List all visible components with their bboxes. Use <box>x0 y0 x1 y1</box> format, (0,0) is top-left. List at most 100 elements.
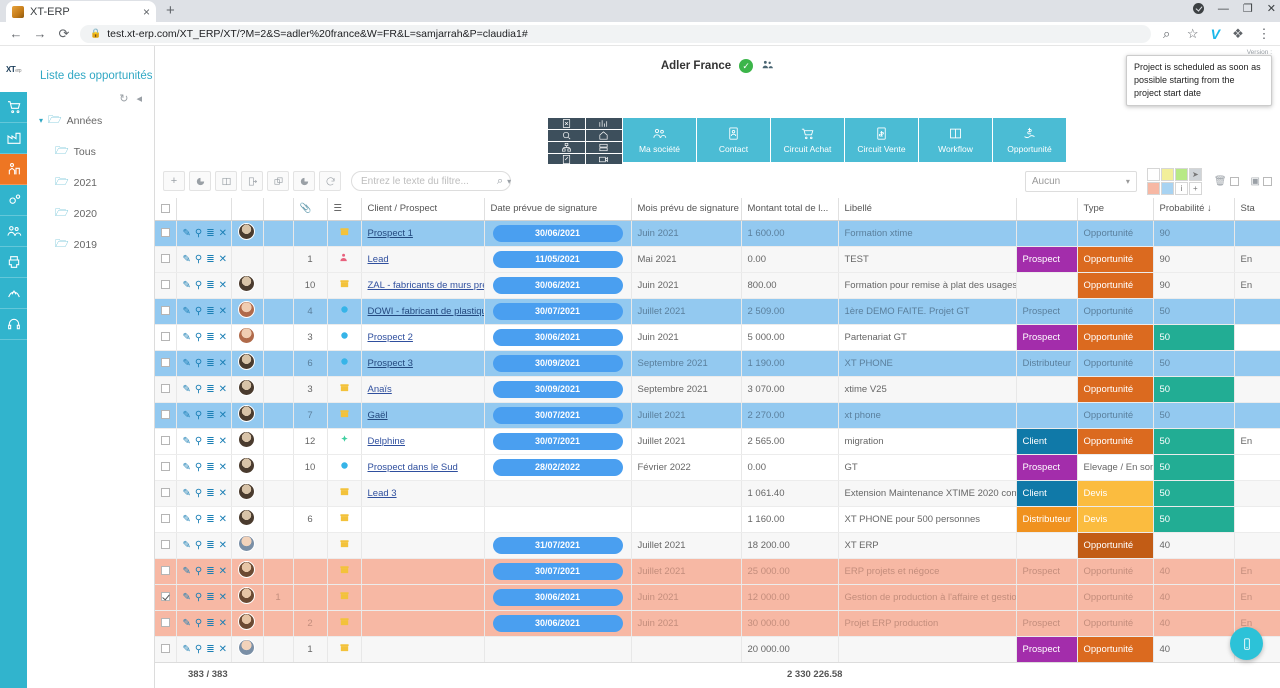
assign-icon[interactable]: ⚲ <box>195 332 202 343</box>
delete-icon[interactable]: ✕ <box>219 280 227 291</box>
rail-item-analytics[interactable] <box>0 278 27 309</box>
client-link[interactable]: Lead 3 <box>368 488 397 499</box>
row-select-cell[interactable] <box>155 584 176 610</box>
pencil-icon[interactable]: ✎ <box>183 254 191 265</box>
rail-item-settings[interactable] <box>0 185 27 216</box>
list-icon[interactable]: ≣ <box>206 488 214 499</box>
rail-item-cart[interactable] <box>0 92 27 123</box>
rail-item-print[interactable] <box>0 247 27 278</box>
row-actions-cell[interactable]: ✎⚲≣✕ <box>176 246 231 272</box>
excel-button[interactable] <box>548 118 585 129</box>
close-window-button[interactable]: ✕ <box>1267 2 1276 15</box>
delete-checkbox[interactable] <box>1230 177 1239 186</box>
archive-toggle[interactable]: ▣ <box>1251 176 1272 187</box>
row-select-cell[interactable] <box>155 480 176 506</box>
list-icon[interactable]: ≣ <box>206 306 214 317</box>
forward-icon[interactable]: → <box>32 26 48 41</box>
client-link[interactable]: Prospect 3 <box>368 358 413 369</box>
row-actions-cell[interactable]: ✎⚲≣✕ <box>176 636 231 662</box>
table-row[interactable]: ✎⚲≣✕6Prospect 330/09/2021Septembre 20211… <box>155 350 1280 376</box>
delete-icon[interactable]: ✕ <box>219 514 227 525</box>
tree-node-tous[interactable]: 🗁 Tous <box>27 136 154 167</box>
delete-icon[interactable]: ✕ <box>219 488 227 499</box>
maximize-button[interactable]: ❐ <box>1243 2 1253 15</box>
assign-icon[interactable]: ⚲ <box>195 462 202 473</box>
tree-node-2020[interactable]: 🗁 2020 <box>27 198 154 229</box>
row-select-cell[interactable] <box>155 298 176 324</box>
browser-menu-icon[interactable]: ⋮ <box>1256 26 1272 42</box>
tree-node-2021[interactable]: 🗁 2021 <box>27 167 154 198</box>
tile-circuit-vente[interactable]: Circuit Vente <box>844 118 918 162</box>
delete-icon[interactable]: ✕ <box>219 358 227 369</box>
address-bar[interactable]: 🔒 test.xt-erp.com/XT_ERP/XT/?M=2&S=adler… <box>80 25 1151 43</box>
rail-item-production[interactable] <box>0 123 27 154</box>
delete-icon[interactable]: ✕ <box>219 410 227 421</box>
tree-node-annees[interactable]: ▾ 🗁 Années <box>27 105 154 136</box>
table-row[interactable]: ✎⚲≣✕4DOWI - fabricant de plastique30/07/… <box>155 298 1280 324</box>
list-icon[interactable]: ≣ <box>206 280 214 291</box>
minimize-button[interactable]: — <box>1218 3 1229 15</box>
swatch-blue[interactable] <box>1161 182 1174 195</box>
delete-toggle[interactable]: 🗑 <box>1214 176 1239 187</box>
table-row[interactable]: ✎⚲≣✕1Lead11/05/2021Mai 20210.00TESTProsp… <box>155 246 1280 272</box>
row-checkbox[interactable] <box>161 644 170 653</box>
label-header[interactable]: Libellé <box>838 198 1016 220</box>
assign-icon[interactable]: ⚲ <box>195 488 202 499</box>
pencil-icon[interactable]: ✎ <box>183 462 191 473</box>
list-icon[interactable]: ≣ <box>206 462 214 473</box>
delete-icon[interactable]: ✕ <box>219 592 227 603</box>
pencil-icon[interactable]: ✎ <box>183 592 191 603</box>
row-checkbox[interactable] <box>161 254 170 263</box>
browser-tab[interactable]: XT-ERP × <box>6 1 156 22</box>
client-link[interactable]: Prospect dans le Sud <box>368 462 458 473</box>
list-icon[interactable]: ≣ <box>206 436 214 447</box>
pencil-icon[interactable]: ✎ <box>183 306 191 317</box>
client-link[interactable]: Anaïs <box>368 384 392 395</box>
tree-node-2019[interactable]: 🗁 2019 <box>27 229 154 260</box>
filter-input[interactable] <box>361 176 493 187</box>
row-client-cell[interactable]: ZAL - fabricants de murs préfabriqués <box>361 272 484 298</box>
table-row[interactable]: ✎⚲≣✕Lead 31 061.40Extension Maintenance … <box>155 480 1280 506</box>
row-client-cell[interactable] <box>361 532 484 558</box>
pencil-icon[interactable]: ✎ <box>183 228 191 239</box>
pencil-icon[interactable]: ✎ <box>183 280 191 291</box>
add-button[interactable]: + <box>163 171 185 191</box>
delete-icon[interactable]: ✕ <box>219 332 227 343</box>
trash-icon[interactable]: 🗑 <box>1214 176 1227 187</box>
list-icon[interactable]: ≣ <box>206 592 214 603</box>
sitemap-button[interactable] <box>548 142 585 153</box>
delete-icon[interactable]: ✕ <box>219 254 227 265</box>
pencil-icon[interactable]: ✎ <box>183 384 191 395</box>
pencil-icon[interactable]: ✎ <box>183 566 191 577</box>
swatch-yellow[interactable] <box>1161 168 1174 181</box>
rail-item-contacts[interactable] <box>0 216 27 247</box>
row-actions-cell[interactable]: ✎⚲≣✕ <box>176 480 231 506</box>
row-actions-cell[interactable]: ✎⚲≣✕ <box>176 532 231 558</box>
pencil-icon[interactable]: ✎ <box>183 332 191 343</box>
list-icon[interactable]: ≣ <box>206 254 214 265</box>
attachment-header[interactable]: 📎 <box>293 198 327 220</box>
swatch-white[interactable] <box>1147 168 1160 181</box>
client-link[interactable]: Prospect 2 <box>368 332 413 343</box>
table-row[interactable]: ✎⚲≣✕3Anaïs30/09/2021Septembre 20213 070.… <box>155 376 1280 402</box>
type-header[interactable]: Type <box>1077 198 1153 220</box>
delete-icon[interactable]: ✕ <box>219 462 227 473</box>
chart-button[interactable] <box>586 118 623 129</box>
row-client-cell[interactable]: Lead 3 <box>361 480 484 506</box>
row-checkbox[interactable] <box>161 332 170 341</box>
row-select-cell[interactable] <box>155 376 176 402</box>
pencil-icon[interactable]: ✎ <box>183 540 191 551</box>
table-row[interactable]: ✎⚲≣✕10ZAL - fabricants de murs préfabriq… <box>155 272 1280 298</box>
people-icon[interactable] <box>761 58 774 74</box>
delete-icon[interactable]: ✕ <box>219 228 227 239</box>
search-button[interactable] <box>548 130 585 141</box>
table-row[interactable]: ✎⚲≣✕12Delphine30/07/2021Juillet 20212 56… <box>155 428 1280 454</box>
client-link[interactable]: Prospect 1 <box>368 228 413 239</box>
list-icon[interactable]: ≣ <box>206 332 214 343</box>
row-client-cell[interactable]: Delphine <box>361 428 484 454</box>
assign-icon[interactable]: ⚲ <box>195 410 202 421</box>
select-all-checkbox[interactable] <box>161 204 170 213</box>
list-icon[interactable]: ≣ <box>206 358 214 369</box>
pencil-icon[interactable]: ✎ <box>183 358 191 369</box>
row-client-cell[interactable]: Prospect 1 <box>361 220 484 246</box>
